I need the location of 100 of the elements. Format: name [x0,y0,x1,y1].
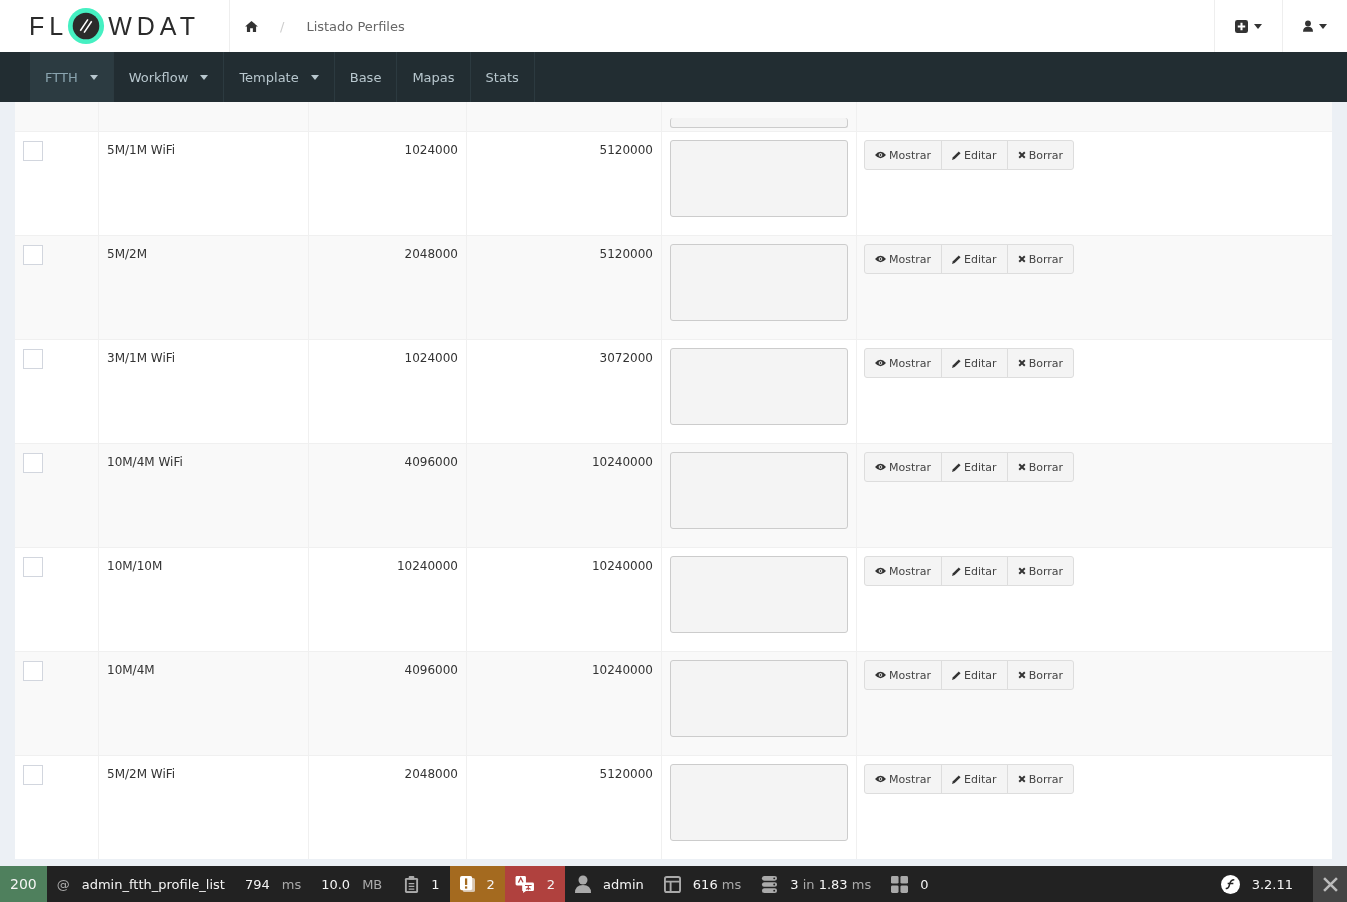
row-checkbox[interactable] [23,765,43,785]
pencil-icon [952,566,962,576]
render-time[interactable]: 616 ms [692,876,742,892]
table-cell: 10240000 [591,455,653,469]
breadcrumb-item: Listado Perfiles [306,18,405,34]
table-cell: 10240000 [591,559,653,573]
clipboard-icon[interactable] [404,875,420,893]
caret-icon [1254,23,1262,29]
table-cell: 5120000 [599,247,653,261]
show-button[interactable]: Mostrar [864,244,943,274]
user-icon [1303,20,1313,32]
delete-button[interactable]: Borrar [1006,764,1075,794]
show-button[interactable]: Mostrar [864,556,943,586]
table-cell: 5120000 [599,143,653,157]
breadcrumb-separator: / [280,18,285,34]
edit-button[interactable]: Editar [941,556,1008,586]
log-count[interactable]: 1 [431,876,440,892]
table-cell: 1024000 [404,351,458,365]
delete-button[interactable]: Borrar [1006,348,1075,378]
close-icon [1017,255,1026,263]
pencil-icon [952,462,962,472]
profile-name: 5M/1M WiFi [107,143,176,157]
delete-button[interactable]: Borrar [1006,140,1075,170]
pencil-icon [952,150,962,160]
translation-icon[interactable] [514,875,535,893]
request-time[interactable]: 794 ms [234,866,312,902]
pencil-icon [952,358,962,368]
delete-button[interactable]: Borrar [1006,660,1075,690]
edit-button[interactable]: Editar [941,764,1008,794]
translation-count[interactable]: 2 [546,876,556,892]
close-icon [1017,463,1026,471]
query-stats[interactable]: 3 in 1.83 ms [790,876,872,892]
pencil-icon [952,670,962,680]
profile-name: 5M/2M WiFi [107,767,176,781]
table-cell: 2048000 [404,767,458,781]
delete-button[interactable]: Borrar [1006,556,1075,586]
profile-name: 10M/4M WiFi [107,455,183,469]
row-checkbox[interactable] [23,557,43,577]
show-button[interactable]: Mostrar [864,140,943,170]
caret-icon [1319,23,1327,29]
edit-button[interactable]: Editar [941,348,1008,378]
profile-name: 10M/4M [107,663,155,677]
edit-button[interactable]: Editar [941,244,1008,274]
close-icon [1017,671,1026,679]
table-cell: 10240000 [591,663,653,677]
warning-icon[interactable] [459,875,475,893]
status-code[interactable]: 200 [0,866,47,902]
text-area[interactable] [670,118,848,128]
database-icon[interactable] [761,875,779,893]
pencil-icon [952,254,962,264]
row-checkbox[interactable] [23,453,43,473]
row-checkbox[interactable] [23,141,43,161]
route-name[interactable]: @ admin_ftth_profile_list [46,866,235,902]
close-button[interactable] [1313,866,1347,902]
text-area[interactable] [670,244,848,321]
profile-name: 10M/10M [107,559,163,573]
user-icon[interactable] [575,875,592,893]
show-button[interactable]: Mostrar [864,452,943,482]
row-checkbox[interactable] [23,349,43,369]
layout-icon[interactable] [663,875,681,893]
edit-button[interactable]: Editar [941,452,1008,482]
nav-menu-item[interactable]: FTTH [30,52,114,102]
memory-usage[interactable]: 10.0 MB [311,866,395,902]
show-button[interactable]: Mostrar [864,660,943,690]
user-name[interactable]: admin [603,876,644,892]
text-area[interactable] [670,348,848,425]
row-checkbox[interactable] [23,661,43,681]
text-area[interactable] [670,660,848,737]
show-button[interactable]: Mostrar [864,764,943,794]
close-icon [1017,567,1026,575]
eye-icon [875,671,886,679]
edit-button[interactable]: Editar [941,140,1008,170]
symfony-logo-icon[interactable] [1220,874,1240,894]
row-checkbox[interactable] [23,245,43,265]
home-icon[interactable] [245,20,258,32]
text-area[interactable] [670,764,848,841]
close-icon [1017,775,1026,783]
show-button[interactable]: Mostrar [864,348,943,378]
table-cell: 4096000 [404,663,458,677]
close-icon [1017,151,1026,159]
eye-icon [875,775,886,783]
table-cell: 5120000 [599,767,653,781]
warning-count[interactable]: 2 [486,876,495,892]
eye-icon [875,463,886,471]
form-count[interactable]: 0 [920,876,929,892]
delete-button[interactable]: Borrar [1006,452,1075,482]
text-area[interactable] [670,452,848,529]
text-area[interactable] [670,140,848,217]
table-cell: 3072000 [599,351,653,365]
table-cell: 10240000 [396,559,458,573]
delete-button[interactable]: Borrar [1006,244,1075,274]
version-number[interactable]: 3.2.11 [1251,876,1293,892]
eye-icon [875,151,886,159]
table-cell: 2048000 [404,247,458,261]
profile-name: 5M/2M [107,247,148,261]
table-cell: 1024000 [404,143,458,157]
text-area[interactable] [670,556,848,633]
eye-icon [875,255,886,263]
forms-icon[interactable] [891,875,909,893]
edit-button[interactable]: Editar [941,660,1008,690]
